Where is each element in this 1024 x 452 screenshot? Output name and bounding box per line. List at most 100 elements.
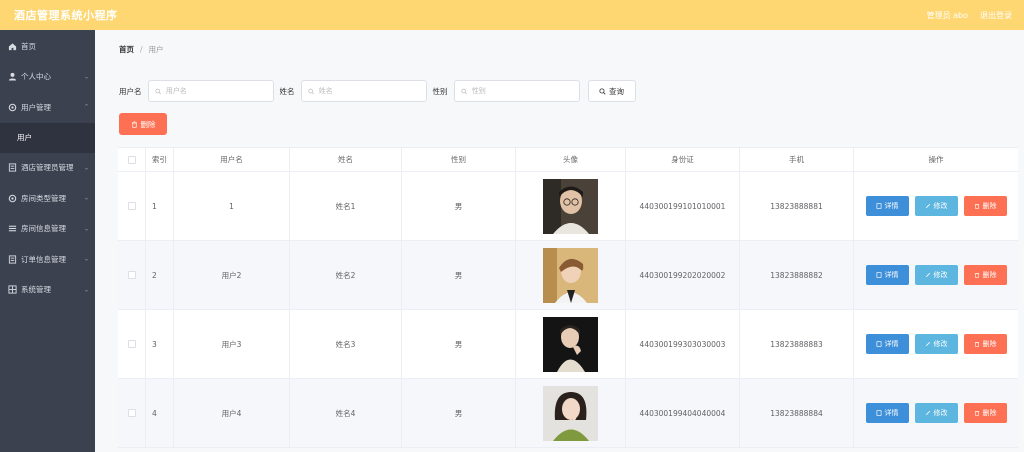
delete-button[interactable]: 删除 bbox=[963, 334, 1007, 354]
sidebar-item-order-info[interactable]: 订单信息管理 ⌄ bbox=[0, 244, 95, 275]
row-id-card: 440300199303030003 bbox=[626, 310, 740, 378]
main-content: 首页 / 用户 用户名 姓名 性别 查询 删除 索引 用户名 bbox=[95, 30, 1024, 452]
row-username: 用户4 bbox=[174, 379, 290, 447]
row-id-card: 440300199202020002 bbox=[626, 241, 740, 309]
row-sex: 男 bbox=[402, 379, 516, 447]
logout-link[interactable]: 退出登录 bbox=[980, 10, 1012, 21]
username-input[interactable] bbox=[165, 87, 267, 95]
chevron-down-icon: ⌄ bbox=[83, 225, 89, 233]
table-header: 索引 用户名 姓名 性别 头像 身份证 手机 操作 bbox=[118, 148, 1018, 172]
delete-button-label: 删除 bbox=[982, 340, 997, 348]
search-bar: 用户名 姓名 性别 查询 bbox=[119, 80, 636, 102]
delete-button[interactable]: 删除 bbox=[963, 265, 1007, 285]
trash-icon bbox=[974, 411, 979, 416]
row-id-card: 440300199101010001 bbox=[626, 172, 740, 240]
search-icon bbox=[599, 87, 606, 95]
sidebar-item-home[interactable]: 首页 bbox=[0, 31, 95, 62]
home-icon bbox=[8, 42, 17, 51]
name-label: 姓名 bbox=[279, 86, 295, 96]
edit-button[interactable]: 修改 bbox=[914, 196, 958, 216]
avatar bbox=[543, 178, 598, 234]
edit-button[interactable]: 修改 bbox=[914, 265, 958, 285]
admin-user-link[interactable]: 管理员 abo bbox=[927, 10, 968, 21]
trash-icon bbox=[131, 120, 137, 128]
trash-icon bbox=[974, 273, 979, 278]
table-row: 2 用户2 姓名2 男 440300199202020002 138238888… bbox=[118, 241, 1018, 310]
row-name: 姓名3 bbox=[290, 310, 402, 378]
edit-button[interactable]: 修改 bbox=[914, 403, 958, 423]
sidebar-item-profile[interactable]: 个人中心 ⌄ bbox=[0, 62, 95, 93]
sidebar-item-hotel-admin[interactable]: 酒店管理员管理 ⌄ bbox=[0, 153, 95, 184]
name-input[interactable] bbox=[318, 87, 420, 95]
col-header-sex: 性别 bbox=[402, 148, 516, 171]
sidebar-item-system[interactable]: 系统管理 ⌄ bbox=[0, 275, 95, 306]
app-title: 酒店管理系统小程序 bbox=[14, 9, 118, 22]
edit-button-label: 修改 bbox=[933, 340, 948, 348]
row-checkbox[interactable] bbox=[127, 340, 136, 348]
chevron-down-icon: ⌄ bbox=[83, 255, 89, 263]
avatar bbox=[543, 316, 598, 372]
row-username: 1 bbox=[174, 172, 290, 240]
row-index: 3 bbox=[146, 310, 174, 378]
detail-button[interactable]: 详情 bbox=[865, 265, 909, 285]
table-row: 3 用户3 姓名3 男 440300199303030003 138238888… bbox=[118, 310, 1018, 379]
trash-icon bbox=[974, 204, 979, 209]
detail-button-label: 详情 bbox=[884, 340, 899, 348]
breadcrumb-home[interactable]: 首页 bbox=[119, 44, 134, 55]
sex-field-wrap bbox=[453, 80, 580, 102]
name-field-wrap bbox=[300, 80, 427, 102]
delete-button[interactable]: 删除 bbox=[963, 403, 1007, 423]
detail-button-label: 详情 bbox=[884, 202, 899, 210]
sidebar-item-room-type[interactable]: 房间类型管理 ⌄ bbox=[0, 183, 95, 214]
row-name: 姓名4 bbox=[290, 379, 402, 447]
edit-button-label: 修改 bbox=[933, 271, 948, 279]
row-checkbox[interactable] bbox=[127, 202, 136, 210]
sidebar-item-user-management[interactable]: 用户管理 ⌃ bbox=[0, 92, 95, 123]
detail-button[interactable]: 详情 bbox=[865, 403, 909, 423]
select-all-checkbox[interactable] bbox=[127, 155, 136, 164]
row-sex: 男 bbox=[402, 172, 516, 240]
row-actions: 详情 修改 删除 bbox=[854, 241, 1018, 309]
sidebar-item-room-info[interactable]: 房间信息管理 ⌄ bbox=[0, 214, 95, 245]
row-phone: 13823888882 bbox=[740, 241, 854, 309]
bulk-delete-button[interactable]: 删除 bbox=[119, 113, 167, 135]
edit-button[interactable]: 修改 bbox=[914, 334, 958, 354]
delete-button-label: 删除 bbox=[982, 271, 997, 279]
row-checkbox[interactable] bbox=[127, 271, 136, 279]
delete-button-label: 删除 bbox=[982, 202, 997, 210]
detail-button[interactable]: 详情 bbox=[865, 196, 909, 216]
sex-input[interactable] bbox=[471, 87, 573, 95]
menu-icon bbox=[8, 224, 17, 233]
pencil-icon bbox=[925, 341, 930, 347]
row-name: 姓名2 bbox=[290, 241, 402, 309]
delete-button[interactable]: 删除 bbox=[963, 196, 1007, 216]
col-header-index: 索引 bbox=[146, 148, 174, 171]
sidebar-item-label: 订单信息管理 bbox=[21, 254, 66, 264]
username-field-wrap bbox=[147, 80, 274, 102]
chevron-down-icon: ⌄ bbox=[83, 164, 89, 172]
sidebar-item-label: 房间信息管理 bbox=[21, 224, 66, 234]
sidebar-item-label: 酒店管理员管理 bbox=[21, 163, 74, 173]
col-header-phone: 手机 bbox=[740, 148, 854, 171]
sidebar-item-label: 用户管理 bbox=[21, 102, 51, 112]
edit-button-label: 修改 bbox=[933, 409, 948, 417]
sidebar-subitem-users[interactable]: 用户 bbox=[0, 122, 95, 153]
breadcrumb: 首页 / 用户 bbox=[119, 44, 164, 55]
document-icon bbox=[876, 203, 881, 209]
gear-icon bbox=[8, 103, 17, 112]
trash-icon bbox=[974, 342, 979, 347]
detail-button[interactable]: 详情 bbox=[865, 334, 909, 354]
list-icon bbox=[8, 163, 17, 172]
top-bar: 酒店管理系统小程序 管理员 abo 退出登录 bbox=[0, 0, 1024, 30]
row-phone: 13823888883 bbox=[740, 310, 854, 378]
chevron-down-icon: ⌄ bbox=[83, 286, 89, 294]
col-header-actions: 操作 bbox=[928, 155, 944, 164]
document-icon bbox=[876, 272, 881, 278]
sidebar-item-label: 首页 bbox=[21, 41, 36, 51]
row-checkbox[interactable] bbox=[127, 409, 136, 417]
sidebar: 首页 个人中心 ⌄ 用户管理 ⌃ 用户 酒店管理员管理 ⌄ 房间类型管理 ⌄ 房… bbox=[0, 30, 95, 452]
user-icon bbox=[8, 72, 17, 81]
query-button[interactable]: 查询 bbox=[587, 80, 636, 102]
row-username: 用户2 bbox=[174, 241, 290, 309]
table-row: 4 用户4 姓名4 男 440300199404040004 138238888… bbox=[118, 379, 1018, 448]
